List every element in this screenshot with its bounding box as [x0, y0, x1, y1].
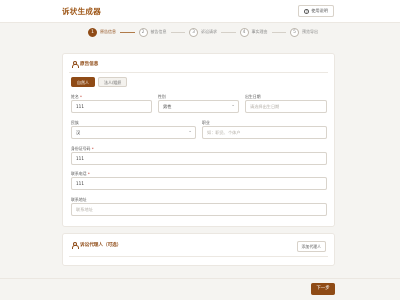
step-5[interactable]: 5 预览导出 [290, 27, 318, 37]
party-type-legal-entity[interactable]: 法人/组织 [98, 77, 128, 87]
app-title: 诉状生成器 [62, 7, 101, 16]
step-number: 1 [88, 27, 97, 37]
help-icon: ? [304, 8, 310, 14]
step-1[interactable]: 1 原告信息 [88, 27, 116, 37]
step-label: 原告信息 [100, 29, 116, 34]
step-number: 2 [138, 27, 148, 37]
ethnicity-select[interactable]: 汉 [71, 126, 196, 139]
users-icon [71, 242, 79, 249]
step-label: 被告信息 [150, 29, 167, 34]
phone-field[interactable]: 111 [71, 177, 327, 190]
step-connector [271, 31, 286, 33]
step-number: 4 [239, 27, 249, 37]
user-icon [71, 61, 79, 68]
card-divider [69, 256, 328, 257]
step-2[interactable]: 2 被告信息 [138, 27, 167, 37]
address-field[interactable]: 联系地址 [71, 203, 327, 216]
birthdate-field[interactable]: 请选择出生日期 [245, 100, 327, 113]
plaintiff-card-title: 原告信息 [71, 61, 99, 68]
agent-title-text: 诉讼代理人（可选） [80, 243, 122, 248]
step-label: 事实理由 [251, 29, 268, 34]
step-number: 3 [189, 27, 198, 37]
party-type-toggle: 自然人 法人/组织 [71, 77, 128, 87]
step-number: 5 [290, 27, 299, 37]
step-3[interactable]: 3 诉讼请求 [189, 27, 217, 37]
step-connector [170, 31, 185, 33]
ethnicity-value: 汉 [76, 130, 81, 135]
plaintiff-card: 原告信息 自然人 法人/组织 姓名 * 111 性别 男性 出生日期 请选择出生… [62, 53, 335, 227]
gender-value: 男性 [163, 104, 172, 109]
party-type-natural-person[interactable]: 自然人 [71, 77, 95, 87]
app-header: 诉状生成器 ? 使用说明 [0, 0, 400, 23]
footer-bar: 下一步 [0, 278, 400, 300]
help-button-label: 使用说明 [311, 8, 328, 13]
occupation-field[interactable]: 如：职员、个体户 [202, 126, 327, 139]
step-connector [221, 31, 236, 33]
step-label: 诉讼请求 [201, 29, 217, 34]
step-4[interactable]: 4 事实理由 [239, 27, 268, 37]
step-label: 预览导出 [302, 29, 318, 34]
plaintiff-title-text: 原告信息 [80, 62, 99, 67]
next-button[interactable]: 下一步 [311, 283, 335, 295]
step-progress: 1 原告信息 2 被告信息 3 诉讼请求 4 事实理由 5 预览导出 [88, 26, 318, 38]
name-field[interactable]: 111 [71, 100, 152, 113]
gender-select[interactable]: 男性 [158, 100, 239, 113]
agent-card: 诉讼代理人（可选） 添加代理人 [62, 233, 335, 266]
add-agent-button[interactable]: 添加代理人 [296, 241, 326, 252]
card-divider [69, 72, 328, 73]
agent-card-title: 诉讼代理人（可选） [71, 242, 122, 249]
id-number-field[interactable]: 111 [71, 152, 327, 165]
step-connector [120, 31, 135, 33]
help-button[interactable]: ? 使用说明 [298, 5, 334, 17]
